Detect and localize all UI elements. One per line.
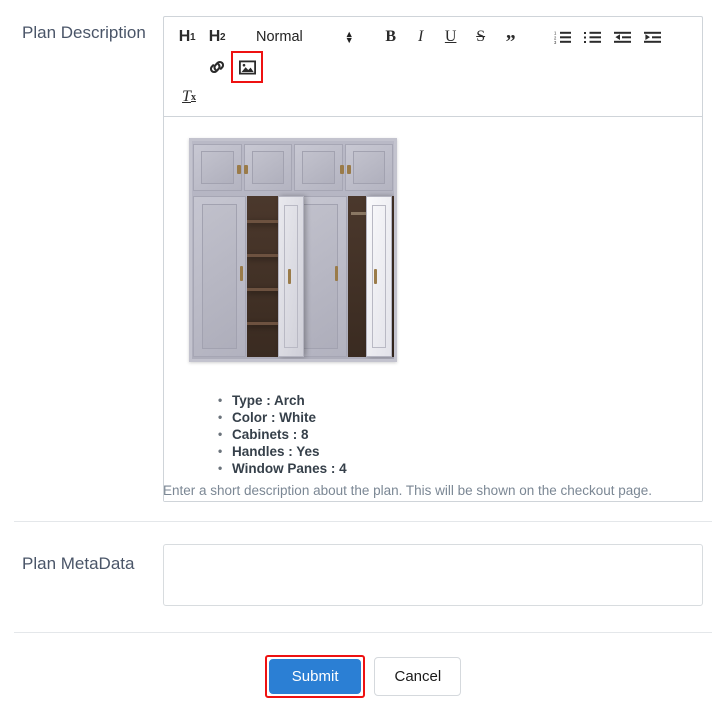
image-icon[interactable] — [231, 51, 263, 83]
svg-text:3: 3 — [554, 40, 557, 44]
section-divider-bottom — [14, 632, 712, 633]
underline-button[interactable]: U — [438, 24, 464, 50]
italic-button[interactable]: I — [408, 24, 434, 50]
editor-content-area[interactable]: Type : Arch Color : White Cabinets : 8 H… — [164, 117, 702, 501]
heading-1-letter: H — [178, 28, 191, 45]
clear-format-button[interactable]: Tx — [176, 84, 202, 110]
outdent-icon[interactable] — [610, 24, 636, 50]
heading-1-button[interactable]: H1 — [174, 24, 200, 50]
plan-description-helper-text: Enter a short description about the plan… — [163, 483, 653, 498]
rich-text-editor: H1 H2 Normal ▲ ▼ B I U S ” 1 2 3 T x • T… — [163, 16, 703, 502]
plan-description-label: Plan Description — [22, 23, 146, 42]
blockquote-button[interactable]: ” — [498, 24, 524, 52]
ordered-list-icon[interactable]: 1 2 3 — [550, 24, 576, 50]
chevron-updown-icon: ▲ ▼ — [344, 29, 354, 45]
submit-button[interactable]: Submit — [268, 659, 362, 694]
plan-form-page: Plan Description H1 H2 Normal ▲ ▼ B I U S — [0, 0, 726, 716]
clear-format-letter: T — [182, 88, 191, 105]
plan-metadata-input[interactable] — [163, 544, 703, 606]
heading-2-letter: H — [208, 28, 221, 45]
section-divider-top — [14, 521, 712, 522]
format-select[interactable]: Normal ▲ ▼ — [256, 24, 354, 50]
editor-toolbar: H1 H2 Normal ▲ ▼ B I U S ” 1 2 3 T x — [164, 17, 702, 117]
clear-format-sub: x — [190, 91, 196, 103]
wardrobe-illustration — [189, 138, 397, 362]
wardrobe-top-cabinets — [192, 141, 394, 194]
heading-2-button[interactable]: H2 — [204, 24, 230, 50]
list-item: Cabinets : 8 — [218, 426, 682, 443]
bullet-list-icon[interactable] — [580, 24, 606, 50]
heading-2-number: 2 — [220, 31, 226, 43]
bold-button[interactable]: B — [378, 24, 404, 50]
list-item: Window Panes : 4 — [218, 460, 682, 477]
strikethrough-button[interactable]: S — [468, 24, 494, 50]
list-item: Type : Arch — [218, 392, 682, 409]
wardrobe-open-door-right — [366, 196, 392, 357]
toolbar-second-row: Tx — [172, 82, 698, 112]
indent-icon[interactable] — [640, 24, 666, 50]
plan-metadata-label: Plan MetaData — [22, 554, 135, 573]
heading-1-number: 1 — [190, 31, 196, 43]
submit-button-highlight: Submit — [264, 655, 366, 698]
plan-spec-list: Type : Arch Color : White Cabinets : 8 H… — [212, 392, 682, 477]
link-icon[interactable] — [204, 54, 230, 80]
wardrobe-open-door-left — [278, 196, 304, 357]
form-footer: Submit Cancel — [0, 655, 726, 698]
cancel-button[interactable]: Cancel — [374, 657, 462, 696]
format-select-value: Normal — [256, 29, 303, 45]
list-item: Handles : Yes — [218, 443, 682, 460]
list-item: Color : White — [218, 409, 682, 426]
wardrobe-image — [189, 138, 397, 362]
